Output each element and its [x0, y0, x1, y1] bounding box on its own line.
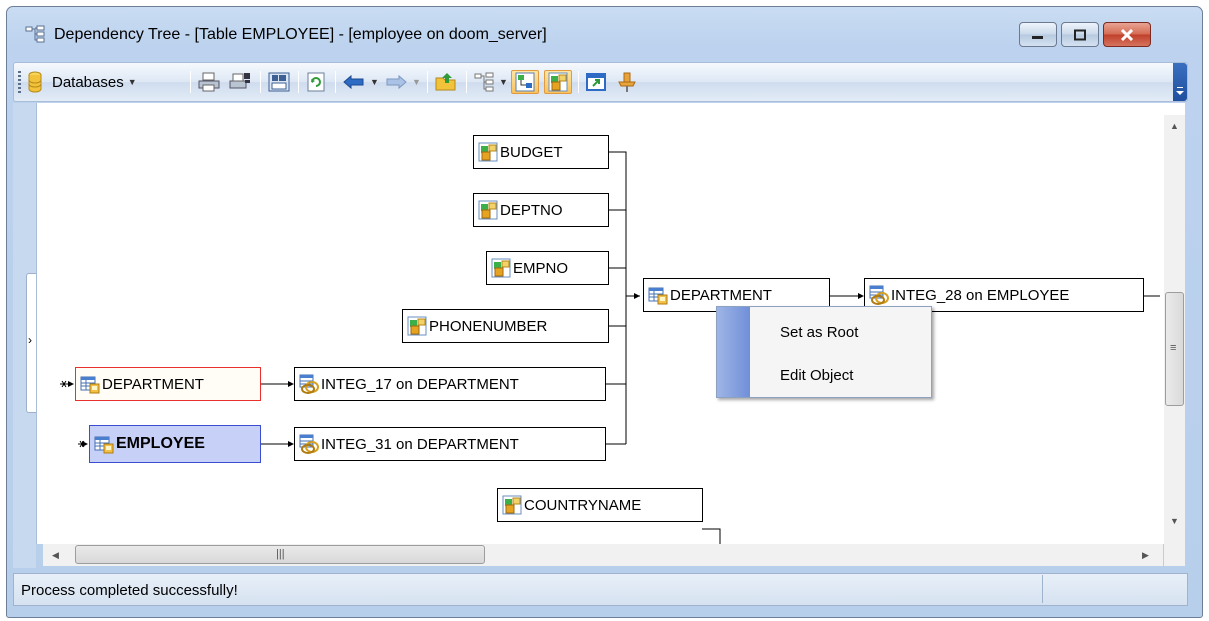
chevron-right-icon[interactable]: ›: [28, 333, 32, 347]
show-dependencies-button[interactable]: [511, 70, 539, 94]
table-node-department-root[interactable]: DEPARTMENT: [75, 367, 261, 401]
table-icon: [94, 434, 114, 454]
node-label: DEPTNO: [500, 201, 563, 219]
pin-button[interactable]: [616, 70, 638, 94]
toolbar-separator: [466, 71, 467, 93]
field-node-countryname[interactable]: COUNTRYNAME: [497, 488, 703, 522]
field-icon: [502, 495, 522, 515]
chevron-down-icon: ▼: [370, 77, 379, 87]
maximize-icon: [1074, 29, 1086, 40]
minimize-button[interactable]: [1019, 22, 1057, 47]
scroll-corner: [1164, 544, 1185, 566]
chevron-down-icon: ▼: [412, 77, 421, 87]
field-icon: [491, 258, 511, 278]
refresh-button[interactable]: [305, 70, 327, 94]
close-icon: [1120, 28, 1134, 41]
constraint-node-integ31[interactable]: INTEG_31 on DEPARTMENT: [294, 427, 606, 461]
node-label: INTEG_17 on DEPARTMENT: [321, 375, 519, 393]
dependency-tree-icon: [25, 25, 45, 43]
node-label: INTEG_31 on DEPARTMENT: [321, 435, 519, 453]
window-title: Dependency Tree - [Table EMPLOYEE] - [em…: [54, 26, 547, 43]
restore-window-button[interactable]: [585, 70, 607, 94]
scroll-grip-icon: |||: [276, 548, 285, 560]
table-icon: [648, 285, 668, 305]
node-label: COUNTRYNAME: [524, 496, 642, 514]
constraint-icon: [299, 374, 319, 394]
chevron-down-icon: ▼: [127, 77, 137, 87]
print-preview-button[interactable]: [228, 70, 252, 94]
field-node-phonenumber[interactable]: PHONENUMBER: [402, 309, 609, 343]
dependency-diagram-canvas[interactable]: [36, 103, 1185, 544]
folder-up-icon: [435, 73, 456, 91]
arrow-right-icon: [386, 74, 407, 90]
scroll-left-icon[interactable]: ◀: [52, 550, 59, 561]
refresh-icon: [307, 72, 325, 92]
toolbar-grip[interactable]: [18, 71, 21, 93]
databases-label: Databases: [52, 73, 124, 91]
menu-item-edit-object[interactable]: Edit Object: [780, 367, 853, 384]
node-label: PHONENUMBER: [429, 317, 548, 335]
chevron-down-icon: ▼: [499, 77, 508, 87]
constraint-icon: [299, 434, 319, 454]
field-icon: [478, 142, 498, 162]
fields-icon: [548, 72, 568, 92]
maximize-button[interactable]: [1061, 22, 1099, 47]
printer-icon: [198, 72, 220, 92]
databases-dropdown[interactable]: Databases ▼: [26, 70, 137, 94]
main-toolbar: Databases ▼ ▼ ▼ ▼: [13, 62, 1188, 102]
save-picture-button[interactable]: [267, 70, 291, 94]
toolbar-separator: [260, 71, 261, 93]
node-label: DEPARTMENT: [102, 375, 204, 393]
node-label: DEPARTMENT: [670, 286, 772, 304]
field-icon: [407, 316, 427, 336]
context-menu: Set as Root Edit Object: [716, 306, 932, 398]
back-button[interactable]: ▼: [342, 70, 379, 94]
scroll-up-icon[interactable]: ▲: [1170, 121, 1179, 131]
context-menu-gutter: [717, 307, 750, 397]
layout-button[interactable]: ▼: [473, 70, 508, 94]
field-node-deptno[interactable]: DEPTNO: [473, 193, 609, 227]
toolbar-separator: [578, 71, 579, 93]
node-label: EMPLOYEE: [116, 435, 205, 452]
field-node-empno[interactable]: EMPNO: [486, 251, 609, 285]
toolbar-overflow-button[interactable]: [1173, 63, 1187, 101]
scroll-grip-icon: ≡: [1170, 342, 1177, 354]
scroll-right-icon[interactable]: ▶: [1142, 550, 1149, 561]
status-message: Process completed successfully!: [21, 582, 238, 599]
toolbar-separator: [427, 71, 428, 93]
field-node-budget[interactable]: BUDGET: [473, 135, 609, 169]
constraint-node-integ17[interactable]: INTEG_17 on DEPARTMENT: [294, 367, 606, 401]
node-label: EMPNO: [513, 259, 569, 277]
toolbar-separator: [190, 71, 191, 93]
table-node-employee-selected[interactable]: EMPLOYEE: [89, 425, 261, 463]
node-label: BUDGET: [500, 143, 563, 161]
minimize-icon: [1032, 35, 1043, 39]
menu-item-set-as-root[interactable]: Set as Root: [780, 324, 858, 341]
scroll-down-icon[interactable]: ▼: [1170, 516, 1179, 526]
save-diagram-icon: [268, 72, 290, 92]
layout-icon: [474, 72, 494, 92]
toolbar-separator: [335, 71, 336, 93]
show-fields-button[interactable]: [544, 70, 572, 94]
constraint-icon: [869, 285, 889, 305]
pin-icon: [618, 72, 636, 92]
forward-button[interactable]: ▼: [384, 70, 421, 94]
title-bar: Dependency Tree - [Table EMPLOYEE] - [em…: [6, 6, 1203, 58]
print-button[interactable]: [197, 70, 221, 94]
arrow-left-icon: [343, 74, 364, 90]
open-folder-button[interactable]: [434, 70, 458, 94]
toolbar-separator: [298, 71, 299, 93]
window-restore-icon: [586, 73, 606, 91]
dependencies-icon: [515, 72, 535, 92]
chevron-down-icon: [1176, 87, 1184, 95]
field-icon: [478, 200, 498, 220]
print-preview-icon: [229, 73, 250, 89]
node-label: INTEG_28 on EMPLOYEE: [891, 286, 1070, 304]
close-button[interactable]: [1103, 22, 1151, 47]
database-icon: [28, 71, 42, 93]
table-icon: [80, 374, 100, 394]
